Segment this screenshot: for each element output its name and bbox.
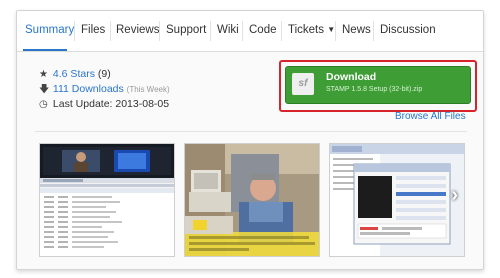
downloads-period: (This Week): [126, 85, 170, 94]
tab-divider: [159, 21, 160, 41]
tab-divider: [74, 21, 75, 41]
download-button[interactable]: sf Download STAMP 1.5.8 Setup (32-bit).z…: [285, 66, 471, 104]
tab-divider: [281, 21, 282, 41]
tab-divider: [373, 21, 374, 41]
screenshot-thumbnail-1[interactable]: [39, 143, 175, 257]
tab-divider: [210, 21, 211, 41]
rating-link[interactable]: 4.6 Stars: [53, 68, 95, 80]
screenshot-thumbnail-1-image: [40, 144, 174, 256]
sourceforge-logo-icon: sf: [292, 73, 314, 95]
downloads-row: 🡇 111 Downloads (This Week): [39, 82, 170, 97]
rating-row: ★ 4.6 Stars (9): [39, 67, 170, 82]
download-arrow-icon: 🡇: [39, 84, 50, 95]
active-tab-indicator: [23, 49, 67, 51]
tab-tickets-label: Tickets: [288, 24, 324, 36]
screenshot-thumbnail-2[interactable]: [184, 143, 320, 257]
tab-divider: [335, 21, 336, 41]
tab-divider: [110, 21, 111, 41]
downloads-link[interactable]: 111 Downloads: [53, 83, 124, 95]
tab-summary[interactable]: Summary: [25, 24, 74, 36]
tab-support[interactable]: Support: [166, 24, 206, 36]
screenshot-thumbnail-3[interactable]: ›: [329, 143, 465, 257]
star-icon: ★: [39, 69, 48, 80]
rating-count: (9): [97, 68, 111, 80]
tab-discussion[interactable]: Discussion: [380, 24, 436, 36]
last-update-row: ◷ Last Update: 2013-08-05: [39, 97, 170, 112]
project-stats: ★ 4.6 Stars (9) 🡇 111 Downloads (This We…: [39, 67, 170, 112]
tab-wiki[interactable]: Wiki: [217, 24, 239, 36]
last-update-text: Last Update: 2013-08-05: [52, 98, 170, 110]
tab-code[interactable]: Code: [249, 24, 277, 36]
project-tabs: Summary Files Reviews Support Wiki Code …: [17, 11, 483, 52]
screenshot-thumbnail-3-image: [330, 144, 464, 256]
chevron-right-icon[interactable]: ›: [451, 184, 458, 207]
browse-all-files-link[interactable]: Browse All Files: [395, 111, 466, 122]
screenshot-thumbnail-2-image: [185, 144, 319, 256]
tab-news[interactable]: News: [342, 24, 371, 36]
download-title: Download: [326, 71, 377, 83]
caret-down-icon: ▼: [327, 25, 336, 34]
tab-divider: [242, 21, 243, 41]
download-filename: STAMP 1.5.8 Setup (32-bit).zip: [326, 86, 423, 93]
project-page-frame: Summary Files Reviews Support Wiki Code …: [16, 10, 484, 270]
section-divider: [35, 131, 467, 132]
tab-reviews[interactable]: Reviews: [116, 24, 159, 36]
tab-tickets[interactable]: Tickets ▼: [288, 24, 335, 36]
tab-files[interactable]: Files: [81, 24, 105, 36]
clock-icon: ◷: [39, 99, 48, 110]
